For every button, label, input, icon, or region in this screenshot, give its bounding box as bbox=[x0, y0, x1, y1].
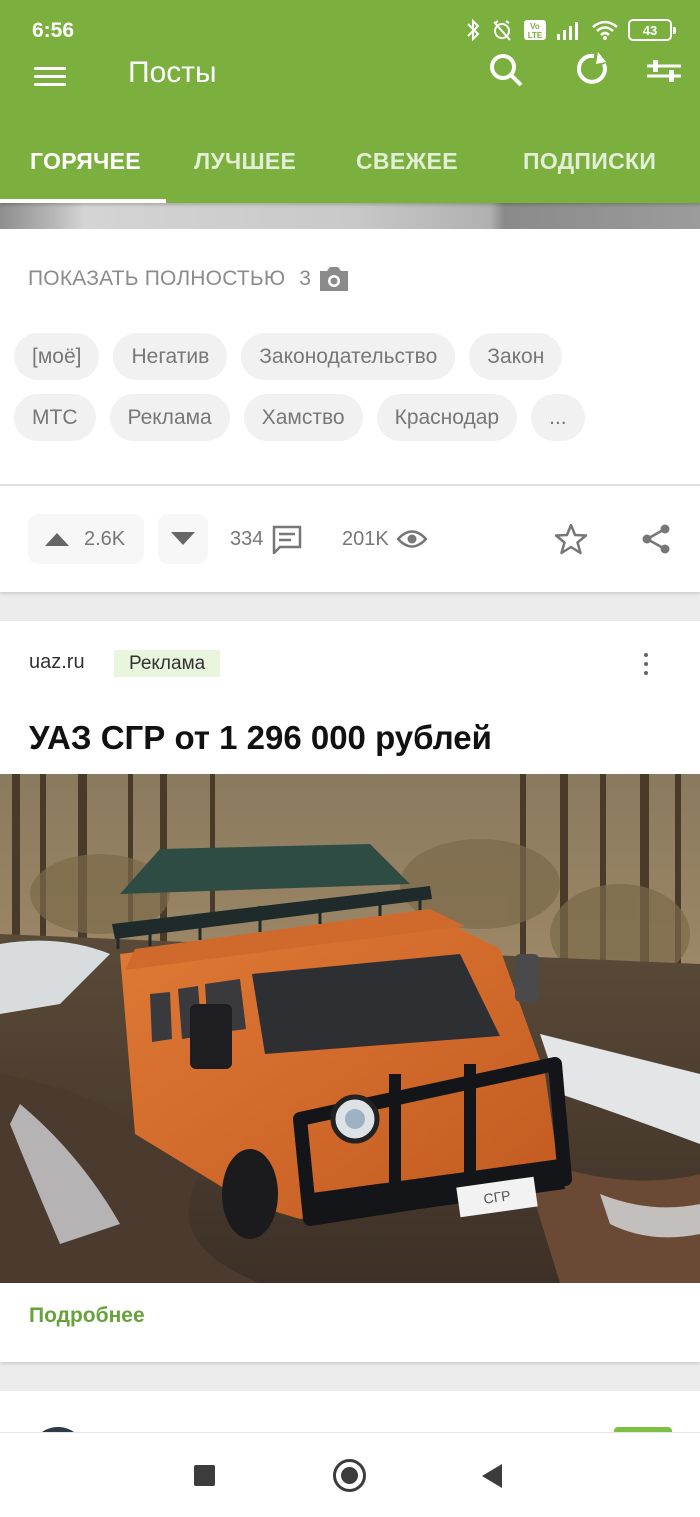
ad-image[interactable]: СГР bbox=[0, 774, 700, 1283]
arrow-up-icon bbox=[45, 533, 69, 546]
upvote-button[interactable]: 2.6K bbox=[28, 514, 144, 564]
tag-chip[interactable]: Реклама bbox=[109, 394, 230, 441]
ad-badge: Реклама bbox=[114, 650, 221, 677]
feed-tabs: ГОРЯЧЕЕ ЛУЧШЕЕ СВЕЖЕЕ ПОДПИСКИ bbox=[0, 130, 700, 203]
tab-fresh[interactable]: СВЕЖЕЕ bbox=[356, 148, 458, 175]
show-full-label: ПОКАЗАТЬ ПОЛНОСТЬЮ bbox=[28, 267, 286, 290]
favorite-button[interactable] bbox=[554, 514, 588, 564]
tag-chip[interactable]: Закон bbox=[469, 333, 563, 380]
show-full-button[interactable]: ПОКАЗАТЬ ПОЛНОСТЬЮ 3 bbox=[28, 265, 351, 293]
filter-button[interactable] bbox=[645, 52, 683, 88]
rating-value: 2.6K bbox=[84, 527, 126, 550]
tag-chip[interactable]: МТС bbox=[14, 394, 96, 441]
more-tags-chip[interactable]: ... bbox=[531, 394, 585, 441]
tag-chip[interactable]: [моё] bbox=[14, 333, 100, 380]
tag-list: [моё] Негатив Законодательство Закон МТС… bbox=[14, 333, 694, 455]
bluetooth-icon bbox=[467, 18, 480, 42]
back-button[interactable] bbox=[482, 1464, 502, 1488]
ad-card: uaz.ru Реклама УАЗ СГР от 1 296 000 рубл… bbox=[0, 621, 700, 1362]
tag-chip[interactable]: Краснодар bbox=[376, 394, 518, 441]
share-button[interactable] bbox=[640, 514, 672, 564]
alarm-off-icon bbox=[493, 20, 511, 41]
refresh-button[interactable] bbox=[576, 52, 610, 88]
ad-title[interactable]: УАЗ СГР от 1 296 000 рублей bbox=[29, 719, 492, 757]
eye-icon bbox=[396, 530, 427, 548]
uaz-van-photo: СГР bbox=[0, 774, 700, 1283]
ad-details-link[interactable]: Подробнее bbox=[29, 1304, 145, 1328]
wifi-icon bbox=[592, 20, 618, 40]
divider bbox=[0, 484, 700, 486]
post-image-fragment bbox=[0, 203, 700, 229]
ad-domain[interactable]: uaz.ru bbox=[29, 651, 85, 674]
tab-hot[interactable]: ГОРЯЧЕЕ bbox=[30, 148, 141, 175]
menu-button[interactable] bbox=[34, 62, 66, 86]
recent-apps-button[interactable] bbox=[194, 1465, 215, 1486]
active-tab-indicator bbox=[0, 199, 166, 203]
system-nav-bar bbox=[0, 1432, 700, 1517]
volte-icon: VoLTE bbox=[524, 20, 546, 40]
app-header: 6:56 Vo LTE 43 Посты ГОРЯЧЕЕ ЛУЧШЕЕ СВЕЖЕ… bbox=[0, 0, 700, 203]
signal-icon bbox=[557, 22, 578, 40]
comments-button[interactable]: 334 bbox=[230, 514, 303, 564]
svg-text:LTE: LTE bbox=[528, 31, 543, 40]
downvote-button[interactable] bbox=[158, 514, 208, 564]
camera-icon bbox=[320, 267, 349, 291]
tag-chip[interactable]: Негатив bbox=[113, 333, 228, 380]
views-stat: 201K bbox=[342, 514, 427, 564]
tab-subscriptions[interactable]: ПОДПИСКИ bbox=[523, 148, 656, 175]
star-outline-icon bbox=[554, 523, 588, 555]
refresh-icon bbox=[576, 52, 607, 84]
post-card: ПОКАЗАТЬ ПОЛНОСТЬЮ 3 [моё] Негатив Закон… bbox=[0, 203, 700, 592]
tag-chip[interactable]: Законодательство bbox=[241, 333, 456, 380]
status-time: 6:56 bbox=[32, 19, 75, 42]
battery-icon: 43 bbox=[628, 19, 676, 41]
filter-sliders-icon bbox=[647, 60, 681, 82]
image-count: 3 bbox=[299, 267, 312, 290]
share-icon bbox=[642, 524, 670, 554]
arrow-down-icon bbox=[171, 532, 195, 545]
views-count: 201K bbox=[342, 527, 389, 550]
svg-text:Vo: Vo bbox=[530, 22, 540, 31]
search-icon bbox=[490, 54, 523, 87]
tab-best[interactable]: ЛУЧШЕЕ bbox=[194, 148, 296, 175]
status-icons: Vo LTE 43 bbox=[465, 18, 676, 42]
tag-chip[interactable]: Хамство bbox=[243, 394, 363, 441]
home-button[interactable] bbox=[333, 1459, 366, 1492]
comment-icon bbox=[273, 525, 302, 554]
post-actions: 2.6K 334 201K bbox=[0, 514, 700, 564]
more-options-button[interactable] bbox=[640, 653, 652, 675]
page-title: Посты bbox=[128, 56, 217, 88]
search-button[interactable] bbox=[488, 52, 524, 88]
comments-count: 334 bbox=[230, 527, 264, 550]
